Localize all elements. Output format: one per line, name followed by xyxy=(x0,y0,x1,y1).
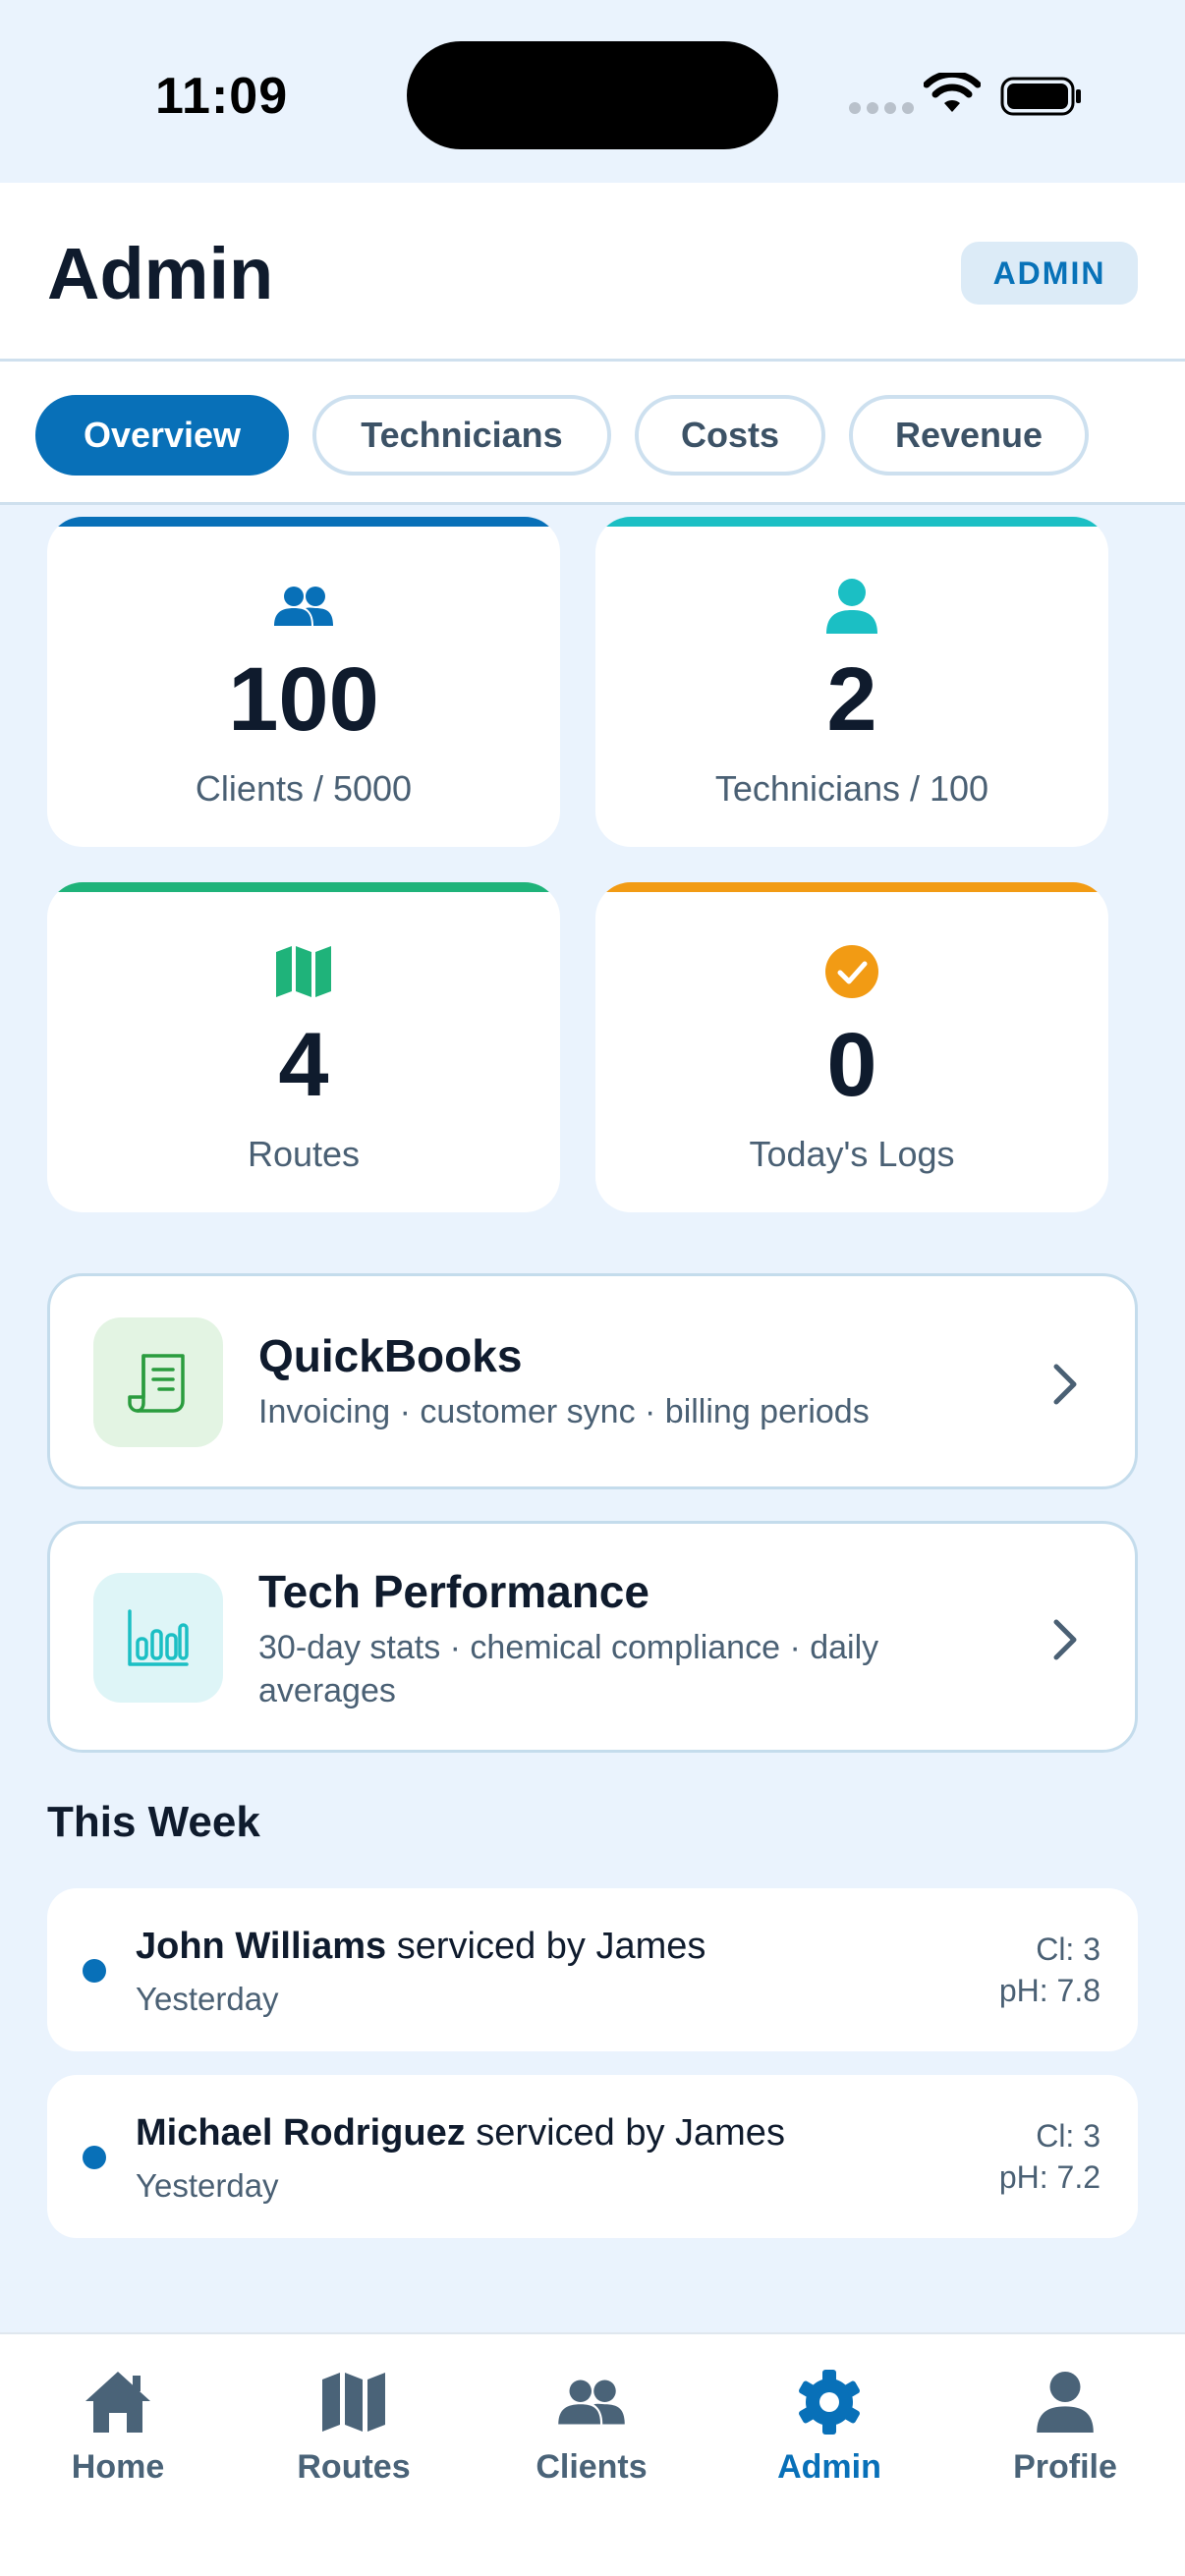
tab-bar: Overview Technicians Costs Revenue xyxy=(0,362,1185,505)
wifi-icon xyxy=(924,73,981,112)
person-icon xyxy=(818,572,886,641)
home-icon xyxy=(82,2368,154,2436)
chevron-right-icon xyxy=(1053,1619,1077,1660)
stat-label: Clients / 5000 xyxy=(195,768,413,809)
nav-label: Clients xyxy=(536,2448,648,2486)
log-summary: Michael Rodriguez serviced by James xyxy=(136,2112,785,2155)
link-subtitle: 30-day stats · chemical compliance · dai… xyxy=(258,1629,879,1709)
client-name: John Williams xyxy=(136,1926,387,1967)
nav-label: Profile xyxy=(1013,2448,1117,2486)
stat-label: Technicians / 100 xyxy=(714,768,989,809)
log-time: Yesterday xyxy=(136,2167,279,2204)
stat-value: 0 xyxy=(826,1015,877,1115)
tab-overview[interactable]: Overview xyxy=(35,395,289,476)
nav-label: Home xyxy=(71,2448,165,2486)
map-icon xyxy=(317,2368,390,2436)
tab-costs[interactable]: Costs xyxy=(635,395,825,476)
log-summary: John Williams serviced by James xyxy=(136,1926,705,1968)
map-icon xyxy=(269,937,338,1006)
nav-label: Routes xyxy=(297,2448,411,2486)
stat-card-technicians[interactable]: 2 Technicians / 100 xyxy=(595,517,1108,847)
log-action: serviced by James xyxy=(465,2112,785,2154)
status-dot xyxy=(83,2146,106,2169)
link-title: Tech Performance xyxy=(258,1566,649,1617)
chlorine-reading: Cl: 3 xyxy=(1036,1932,1100,1967)
card-accent xyxy=(47,517,560,527)
stat-card-logs[interactable]: 0 Today's Logs xyxy=(595,882,1108,1212)
log-row[interactable]: John Williams serviced by James Yesterda… xyxy=(47,1888,1138,2051)
chevron-right-icon xyxy=(1053,1364,1077,1405)
log-row[interactable]: Michael Rodriguez serviced by James Yest… xyxy=(47,2075,1138,2238)
nav-admin[interactable]: Admin xyxy=(731,2368,928,2487)
stat-value: 100 xyxy=(228,649,379,750)
tech-performance-card[interactable]: Tech Performance 30-day stats · chemical… xyxy=(47,1521,1138,1753)
link-title: QuickBooks xyxy=(258,1330,523,1381)
ph-reading: pH: 7.2 xyxy=(998,2159,1100,2195)
page-title: Admin xyxy=(47,233,274,314)
log-action: serviced by James xyxy=(386,1926,706,1967)
ph-reading: pH: 7.8 xyxy=(998,1973,1100,2008)
nav-profile[interactable]: Profile xyxy=(967,2368,1163,2487)
users-icon xyxy=(555,2368,628,2436)
chlorine-reading: Cl: 3 xyxy=(1036,2118,1100,2154)
section-title: This Week xyxy=(47,1798,260,1846)
nav-routes[interactable]: Routes xyxy=(255,2368,452,2487)
stat-label: Today's Logs xyxy=(749,1134,955,1174)
battery-icon xyxy=(1000,77,1081,116)
users-icon xyxy=(269,572,338,641)
bar-chart-icon xyxy=(93,1573,223,1703)
role-badge: ADMIN xyxy=(961,242,1138,305)
stat-value: 2 xyxy=(826,649,877,750)
status-bar: 11:09 xyxy=(0,0,1185,183)
link-subtitle: Invoicing · customer sync · billing peri… xyxy=(258,1393,870,1430)
card-accent xyxy=(595,882,1108,892)
gear-icon xyxy=(793,2368,866,2436)
receipt-icon xyxy=(93,1317,223,1447)
log-time: Yesterday xyxy=(136,1981,279,2017)
stat-card-routes[interactable]: 4 Routes xyxy=(47,882,560,1212)
stat-label: Routes xyxy=(247,1134,361,1174)
card-accent xyxy=(595,517,1108,527)
dynamic-island xyxy=(407,41,778,149)
stat-card-clients[interactable]: 100 Clients / 5000 xyxy=(47,517,560,847)
tab-revenue[interactable]: Revenue xyxy=(849,395,1089,476)
client-name: Michael Rodriguez xyxy=(136,2112,466,2154)
tab-technicians[interactable]: Technicians xyxy=(312,395,611,476)
person-icon xyxy=(1029,2368,1101,2436)
stat-value: 4 xyxy=(278,1015,329,1115)
nav-home[interactable]: Home xyxy=(20,2368,216,2487)
status-dot xyxy=(83,1959,106,1983)
check-circle-icon xyxy=(818,937,886,1006)
status-time: 11:09 xyxy=(155,68,289,125)
nav-label: Admin xyxy=(777,2448,881,2486)
bottom-nav: Home Routes Clients Admin Profile xyxy=(0,2332,1185,2576)
card-accent xyxy=(47,882,560,892)
quickbooks-card[interactable]: QuickBooks Invoicing · customer sync · b… xyxy=(47,1273,1138,1489)
header: Admin ADMIN xyxy=(0,183,1185,362)
nav-clients[interactable]: Clients xyxy=(493,2368,690,2487)
cellular-signal-icon xyxy=(849,102,914,114)
